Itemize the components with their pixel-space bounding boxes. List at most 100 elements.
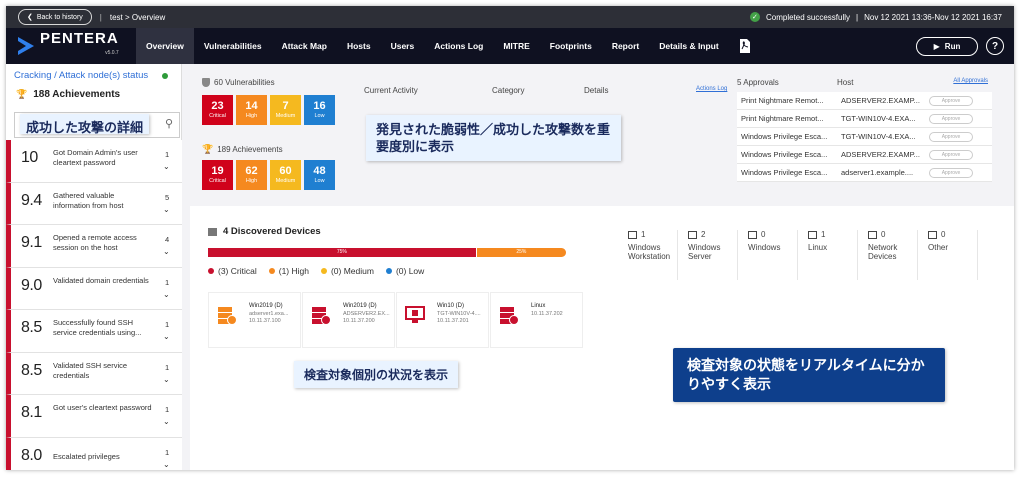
tab-actions-log[interactable]: Actions Log — [424, 28, 493, 64]
callout-realtime-status: 検査対象の状態をリアルタイムに分かりやすく表示 — [673, 348, 945, 402]
achievement-desc: Opened a remote access session on the ho… — [53, 233, 137, 252]
device-type-network[interactable]: 0 Network Devices — [858, 230, 918, 280]
shield-icon — [202, 78, 210, 87]
achievement-score: 9.1 — [21, 234, 42, 251]
list-item[interactable]: 8.1 Got user's cleartext password 1 ⌄ — [6, 395, 182, 438]
critical-vuln-badge[interactable]: 23 Critical — [202, 95, 233, 125]
device-type-windows[interactable]: 0 Windows — [738, 230, 798, 280]
legend-high: (1) High — [268, 266, 309, 276]
critical-segment: 75% — [208, 248, 476, 257]
list-item[interactable]: 9.4 Gathered valuable information from h… — [6, 182, 182, 225]
device-type-workstation[interactable]: 1 Windows Workstation — [618, 230, 678, 280]
tab-hosts[interactable]: Hosts — [337, 28, 381, 64]
category-header: Category — [492, 86, 525, 95]
status-text: Completed successfully — [765, 12, 851, 22]
network-icon — [868, 230, 877, 239]
table-row: Print Nightmare Remot... TGT-WIN10V-4.EX… — [737, 110, 992, 128]
table-row: Windows Privilege Esca... adserver1.exam… — [737, 164, 992, 182]
chevron-down-icon[interactable]: ⌄ — [163, 205, 170, 214]
approve-button[interactable]: Approve — [929, 132, 973, 142]
legend-critical: (3) Critical — [208, 266, 257, 276]
nav-actions: ▶ Run ? — [916, 36, 1004, 56]
list-item[interactable]: 8.5 Successfully found SSH service crede… — [6, 310, 182, 353]
medium-vuln-badge[interactable]: 7 Medium — [270, 95, 301, 125]
low-vuln-badge[interactable]: 16 Low — [304, 95, 335, 125]
monitor-critical-icon — [405, 306, 425, 323]
list-item[interactable]: 10 Got Domain Admin's user cleartext pas… — [6, 140, 182, 183]
trophy-icon: 🏆 — [202, 144, 214, 154]
list-item[interactable]: 9.1 Opened a remote access session on th… — [6, 225, 182, 268]
back-to-history-button[interactable]: ❮ Back to history — [18, 9, 92, 25]
version-label: v5.0.7 — [105, 50, 119, 56]
tab-users[interactable]: Users — [381, 28, 425, 64]
help-button[interactable]: ? — [986, 37, 1004, 55]
host-card[interactable]: Win10 (D) TGT-WIN10V-4.... 10.11.37.201 — [396, 292, 489, 348]
list-item[interactable]: 9.0 Validated domain credentials 1 ⌄ — [6, 267, 182, 310]
low-achievement-badge[interactable]: 48 Low — [304, 160, 335, 190]
chevron-down-icon[interactable]: ⌄ — [163, 417, 170, 426]
chevron-down-icon[interactable]: ⌄ — [163, 162, 170, 171]
tab-footprints[interactable]: Footprints — [540, 28, 602, 64]
approve-button[interactable]: Approve — [929, 114, 973, 124]
approve-button[interactable]: Approve — [929, 150, 973, 160]
tab-overview[interactable]: Overview — [136, 28, 194, 64]
high-vuln-badge[interactable]: 14 High — [236, 95, 267, 125]
tab-attack-map[interactable]: Attack Map — [272, 28, 337, 64]
tab-details-input[interactable]: Details & Input — [649, 28, 729, 64]
achievement-count: 1 — [165, 150, 170, 159]
chevron-down-icon[interactable]: ⌄ — [163, 247, 170, 256]
approvals-panel: 5 Approvals Host All Approvals Print Nig… — [737, 78, 992, 182]
all-approvals-link[interactable]: All Approvals — [953, 78, 988, 84]
host-card[interactable]: Win2019 (D) adserver1.exa... 10.11.37.10… — [208, 292, 301, 348]
divider: | — [856, 12, 859, 22]
approve-button[interactable]: Approve — [929, 168, 973, 178]
run-time-range: Nov 12 2021 13:36-Nov 12 2021 16:37 — [864, 12, 1002, 22]
medium-achievement-badge[interactable]: 60 Medium — [270, 160, 301, 190]
attack-node-status-link[interactable]: Cracking / Attack node(s) status — [14, 70, 148, 81]
tab-vulnerabilities[interactable]: Vulnerabilities — [194, 28, 272, 64]
play-icon: ▶ — [933, 41, 940, 51]
linux-icon — [808, 230, 817, 239]
achievement-count: 1 — [165, 405, 170, 414]
chevron-down-icon[interactable]: ⌄ — [163, 375, 170, 384]
device-severity-bar: 75% 25% — [208, 248, 566, 257]
summary-panel: 60 Vulnerabilities 23 Critical 14 High 7 Me… — [190, 68, 992, 204]
pdf-export-icon[interactable] — [729, 28, 761, 64]
callout-attack-details: 成功した攻撃の詳細 — [20, 114, 150, 135]
device-type-counts: 1 Windows Workstation 2 Windows Server 0… — [618, 230, 978, 280]
achievement-count: 1 — [165, 320, 170, 329]
chevron-down-icon[interactable]: ⌄ — [163, 332, 170, 341]
achievement-count: 4 — [165, 235, 170, 244]
host-card[interactable]: Win2019 (D) ADSERVER2.EX... 10.11.37.200 — [302, 292, 395, 348]
status-dot — [162, 73, 168, 79]
achievement-desc: Got user's cleartext password — [53, 403, 152, 412]
run-button[interactable]: ▶ Run — [916, 36, 978, 56]
device-type-linux[interactable]: 1 Linux — [798, 230, 858, 280]
device-type-server[interactable]: 2 Windows Server — [678, 230, 738, 280]
list-item[interactable]: 8.5 Validated SSH service credentials 1 … — [6, 352, 182, 395]
monitor-icon — [628, 230, 637, 239]
host-card[interactable]: Linux 10.11.37.202 — [490, 292, 583, 348]
main-nav: PENTERA v5.0.7 Overview Vulnerabilities … — [6, 28, 1014, 64]
achievements-heading: 🏆 189 Achievements — [202, 144, 283, 154]
achievement-desc: Got Domain Admin's user cleartext passwo… — [53, 148, 138, 167]
approve-button[interactable]: Approve — [929, 96, 973, 106]
tab-report[interactable]: Report — [602, 28, 649, 64]
status-bar: ❮ Back to history | test > Overview ✓ Co… — [6, 6, 1014, 28]
check-circle-icon: ✓ — [749, 12, 760, 22]
critical-achievement-badge[interactable]: 19 Critical — [202, 160, 233, 190]
actions-log-link[interactable]: Actions Log — [696, 86, 727, 92]
achievement-score: 9.0 — [21, 276, 42, 294]
server-warning-icon — [218, 307, 237, 325]
chevron-down-icon[interactable]: ⌄ — [163, 290, 170, 299]
high-achievement-badge[interactable]: 62 High — [236, 160, 267, 190]
chevron-down-icon[interactable]: ⌄ — [163, 460, 170, 469]
tab-mitre[interactable]: MITRE — [493, 28, 539, 64]
device-type-other[interactable]: 0 Other — [918, 230, 978, 280]
windows-icon — [748, 230, 757, 239]
list-item[interactable]: 8.0 Escalated privileges 1 ⌄ — [6, 437, 182, 470]
pentera-logo[interactable]: PENTERA v5.0.7 — [18, 31, 136, 60]
table-row: Print Nightmare Remot... ADSERVER2.EXAMP… — [737, 92, 992, 110]
achievement-list: 10 Got Domain Admin's user cleartext pas… — [6, 140, 182, 470]
trophy-icon: 🏆 — [16, 89, 28, 99]
